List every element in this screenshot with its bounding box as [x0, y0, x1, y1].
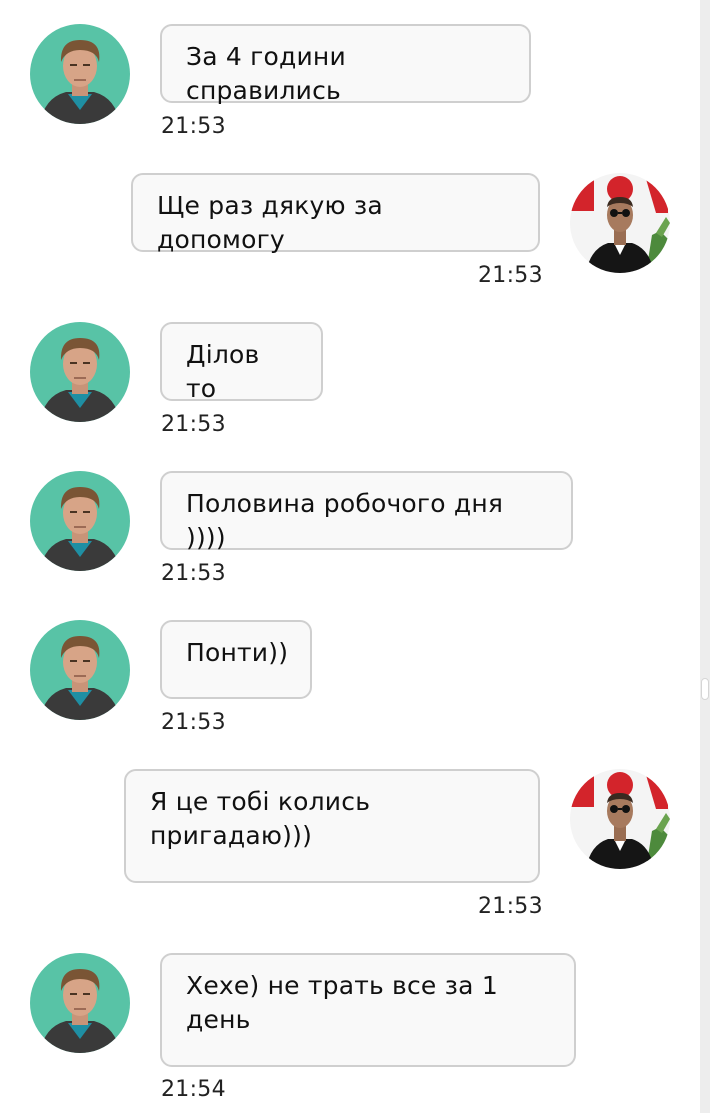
message-timestamp: 21:53 — [161, 710, 226, 735]
man-portrait-icon[interactable] — [30, 953, 130, 1053]
message-timestamp: 21:53 — [161, 561, 226, 586]
message-bubble[interactable]: Понти)) — [160, 620, 312, 699]
message-bubble[interactable]: Хехе) не трать все за 1 день — [160, 953, 576, 1067]
man-portrait-icon[interactable] — [30, 24, 130, 124]
message-bubble[interactable]: Я це тобі колись пригадаю))) — [124, 769, 540, 883]
scrollbar-track[interactable] — [700, 0, 710, 1113]
man-sunglasses-portrait-icon[interactable] — [570, 173, 670, 273]
message-bubble[interactable]: Ще раз дякую за допомогу — [131, 173, 540, 254]
message-timestamp: 21:53 — [161, 114, 226, 139]
message-bubble[interactable]: Половина робочого дня )))) — [160, 471, 573, 552]
message-timestamp: 21:53 — [478, 894, 543, 919]
scrollbar-thumb[interactable] — [701, 678, 709, 700]
man-portrait-icon[interactable] — [30, 620, 130, 720]
man-portrait-icon[interactable] — [30, 322, 130, 422]
message-timestamp: 21:53 — [478, 263, 543, 288]
message-bubble[interactable]: За 4 години справились — [160, 24, 531, 105]
man-portrait-icon[interactable] — [30, 471, 130, 571]
man-sunglasses-portrait-icon[interactable] — [570, 769, 670, 869]
message-timestamp: 21:54 — [161, 1077, 226, 1102]
message-bubble[interactable]: Ділов то — [160, 322, 323, 403]
chat-conversation: За 4 години справились 21:53 Ще раз дяку… — [0, 0, 720, 1113]
message-timestamp: 21:53 — [161, 412, 226, 437]
